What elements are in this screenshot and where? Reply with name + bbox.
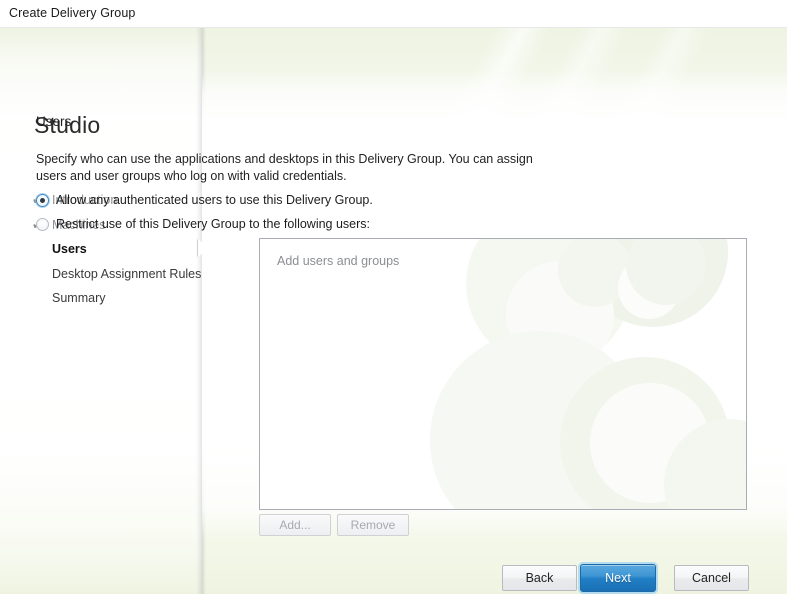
users-listbox[interactable]: Add users and groups bbox=[259, 238, 747, 510]
watermark-circle bbox=[590, 383, 710, 503]
radio-restrict-to-users[interactable]: Restrict use of this Delivery Group to t… bbox=[36, 215, 370, 233]
sidebar-item-label: Users bbox=[52, 242, 87, 256]
sidebar-item-summary[interactable]: Summary bbox=[32, 286, 202, 311]
cancel-button[interactable]: Cancel bbox=[674, 565, 749, 591]
wizard-sidebar: Studio ✔ Introduction ✔ Machines Users D… bbox=[0, 28, 206, 594]
radio-label: Allow any authenticated users to use thi… bbox=[56, 193, 373, 207]
users-listbox-placeholder: Add users and groups bbox=[277, 254, 400, 268]
remove-users-button[interactable]: Remove bbox=[337, 514, 409, 536]
radio-allow-any-authenticated[interactable]: Allow any authenticated users to use thi… bbox=[36, 191, 373, 209]
radio-unselected-icon bbox=[36, 218, 49, 231]
page-title: Users bbox=[36, 114, 72, 129]
back-button[interactable]: Back bbox=[502, 565, 577, 591]
watermark-circle bbox=[560, 357, 730, 509]
page-description: Specify who can use the applications and… bbox=[36, 152, 533, 183]
wizard-page: Studio ✔ Introduction ✔ Machines Users D… bbox=[0, 28, 787, 594]
next-button[interactable]: Next bbox=[580, 564, 656, 592]
sidebar-item-desktop-assignment-rules[interactable]: Desktop Assignment Rules bbox=[32, 262, 202, 287]
watermark-circle bbox=[430, 331, 648, 509]
radio-selected-icon bbox=[36, 194, 49, 207]
watermark-circle bbox=[626, 239, 706, 305]
watermark-circle bbox=[558, 239, 632, 307]
watermark-circle bbox=[506, 261, 614, 369]
radio-label: Restrict use of this Delivery Group to t… bbox=[56, 217, 371, 231]
watermark-circle bbox=[664, 419, 746, 509]
window-titlebar: Create Delivery Group bbox=[0, 0, 787, 28]
watermark-circle bbox=[466, 239, 632, 367]
watermark-circle bbox=[618, 257, 680, 319]
watermark-circle bbox=[578, 239, 728, 327]
add-users-button[interactable]: Add... bbox=[259, 514, 331, 536]
sidebar-item-users[interactable]: Users bbox=[32, 237, 202, 262]
window-title: Create Delivery Group bbox=[9, 6, 136, 20]
sidebar-item-label: Desktop Assignment Rules bbox=[52, 266, 202, 281]
create-delivery-group-window: Create Delivery Group Studio ✔ Introduct… bbox=[0, 0, 787, 594]
sidebar-item-label: Summary bbox=[52, 291, 106, 305]
